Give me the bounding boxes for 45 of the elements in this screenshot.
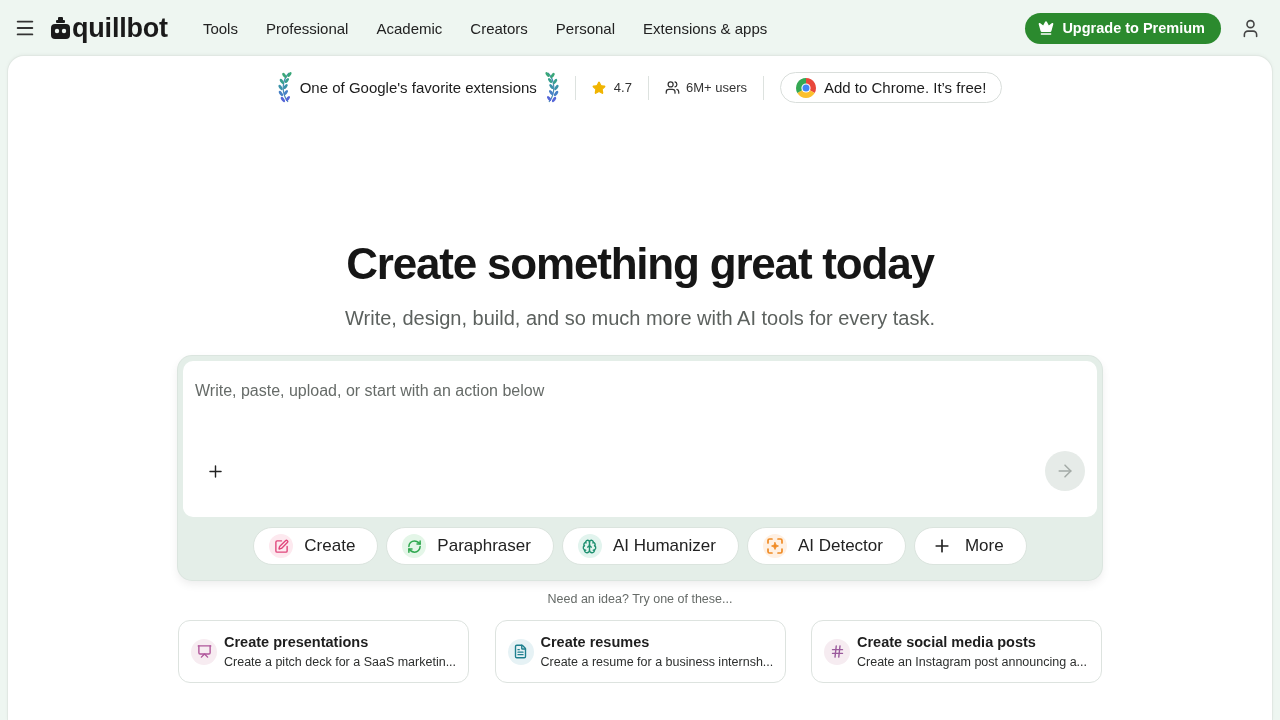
nav-link[interactable]: Personal xyxy=(555,19,616,37)
nav-link[interactable]: Professional xyxy=(265,19,349,37)
award-text: One of Google's favorite extensions xyxy=(299,79,537,96)
presentation-icon xyxy=(191,638,217,665)
idea-card[interactable]: Create social media posts Create an Instagram post announcing a... xyxy=(811,620,1102,683)
add-to-chrome-button[interactable]: Add to Chrome. It’s free! xyxy=(780,72,1003,103)
hash-icon xyxy=(824,638,850,665)
nav-link[interactable]: Creators xyxy=(470,19,528,37)
prompt-field[interactable]: Write, paste, upload, or start with an action below xyxy=(195,381,1085,451)
users-icon xyxy=(664,80,680,95)
star-icon xyxy=(591,80,606,95)
hero-subtitle: Write, design, build, and so much more with AI tools for every task. xyxy=(345,306,935,331)
crown-icon xyxy=(1038,20,1055,36)
rating-text: 4.7 xyxy=(613,80,632,95)
hero-title: Create something great today xyxy=(346,238,934,290)
action-chip[interactable]: Create xyxy=(253,527,379,565)
action-chip[interactable]: More xyxy=(913,527,1027,565)
idea-description: Create a pitch deck for a SaaS marketin... xyxy=(224,653,457,671)
logo-link[interactable]: quillbot xyxy=(51,14,168,42)
action-chip[interactable]: AI Humanizer xyxy=(561,527,739,565)
nav-link[interactable]: Academic xyxy=(376,19,443,37)
laurel-icon xyxy=(544,71,559,104)
nav-link[interactable]: Tools xyxy=(202,19,238,37)
brain-icon xyxy=(577,534,602,558)
nav-link[interactable]: Extensions & apps xyxy=(643,19,768,37)
laurel-icon xyxy=(277,71,292,104)
idea-title: Create social media posts xyxy=(857,632,1037,652)
idea-description: Create a resume for a business internsh... xyxy=(540,653,774,671)
idea-card[interactable]: Create resumes Create a resume for a business internsh... xyxy=(494,620,786,683)
idea-card[interactable]: Create presentations Create a pitch deck for a SaaS marketin... xyxy=(178,620,469,683)
chrome-logo-icon xyxy=(796,77,816,98)
prompt-box[interactable]: Write, paste, upload, or start with an action below xyxy=(183,361,1097,517)
idea-title: Create presentations xyxy=(224,632,370,652)
idea-hint: Need an idea? Try one of these... xyxy=(547,591,733,608)
upgrade-button[interactable]: Upgrade to Premium xyxy=(1025,12,1221,44)
action-chip[interactable]: AI Detector xyxy=(746,527,906,565)
users-count-text: 6M+ users xyxy=(685,80,747,95)
idea-title: Create resumes xyxy=(540,632,651,652)
logo-wordmark: quillbot xyxy=(72,14,168,42)
idea-description: Create an Instagram post announcing a... xyxy=(857,653,1087,671)
robot-logo-icon xyxy=(51,17,70,39)
refresh-arrows-icon xyxy=(402,534,427,558)
scan-sparkle-icon xyxy=(762,534,787,558)
document-icon xyxy=(507,638,534,665)
action-chip[interactable]: Paraphraser xyxy=(386,527,554,565)
